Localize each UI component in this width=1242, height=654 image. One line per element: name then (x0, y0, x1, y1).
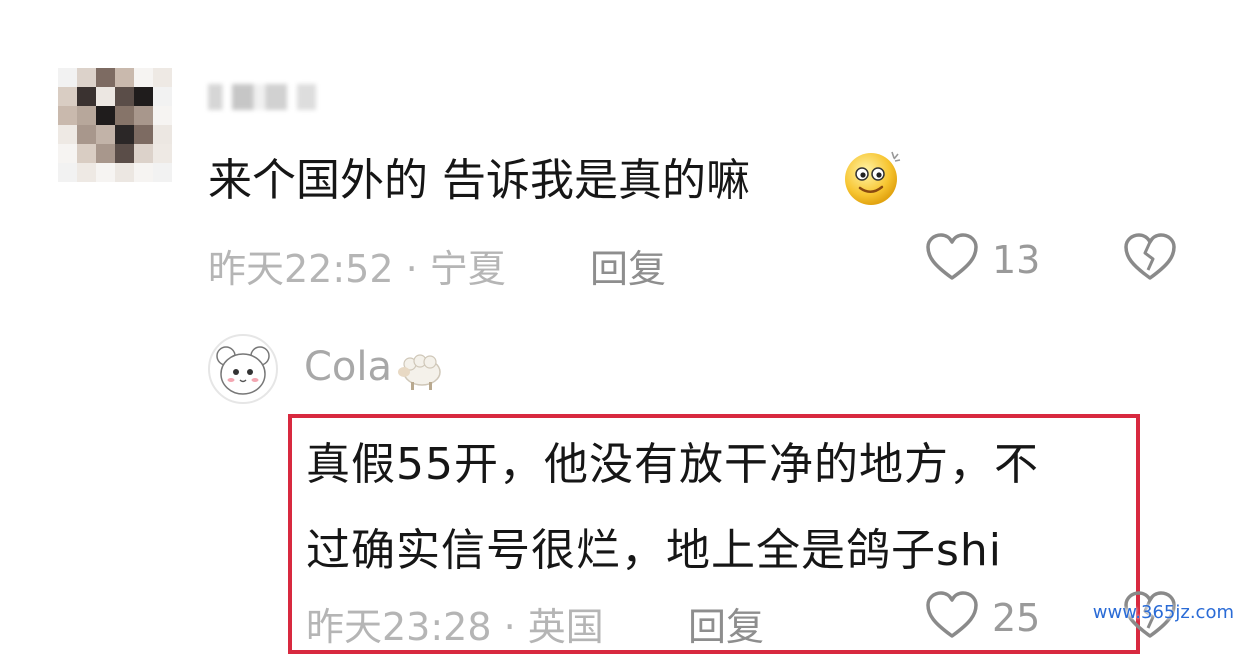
reply-meta: 昨天23:28 · 英国 (306, 596, 604, 651)
meta-separator: · (405, 247, 418, 291)
avatar-pixelated[interactable] (58, 68, 172, 182)
like-count: 13 (992, 238, 1041, 282)
avatar-cola[interactable] (208, 334, 278, 404)
comment-location: 宁夏 (429, 247, 506, 291)
reply-location: 英国 (527, 605, 604, 649)
broken-heart-dislike-icon[interactable] (1122, 232, 1178, 282)
heart-like-icon[interactable] (924, 232, 980, 282)
username-blurred[interactable] (208, 84, 328, 110)
comment-meta: 昨天22:52 · 宁夏 (208, 238, 506, 293)
reply-button[interactable]: 回复 (590, 238, 666, 293)
meta-separator: · (503, 605, 516, 649)
reply-time: 昨天23:28 (306, 605, 492, 649)
sheep-emoji-icon (398, 354, 441, 390)
like-count-2: 25 (992, 596, 1041, 640)
cartoon-bear-icon (216, 346, 270, 395)
heart-like-icon[interactable] (924, 590, 980, 640)
reply-text-line-2: 过确实信号很烂，地上全是鸽子shi (306, 525, 1003, 576)
clipped-header-text (0, 0, 1242, 10)
reply-text-line-1: 真假55开，他没有放干净的地方，不 (306, 439, 1039, 490)
smiling-face-emoji-icon (845, 151, 901, 205)
comment-time: 昨天22:52 (208, 247, 394, 291)
username[interactable]: Cola (304, 344, 392, 390)
comment-text: 来个国外的 告诉我是真的嘛 (208, 155, 750, 206)
reply-button-2[interactable]: 回复 (688, 596, 764, 651)
site-watermark: www.365jz.com (1092, 602, 1234, 623)
